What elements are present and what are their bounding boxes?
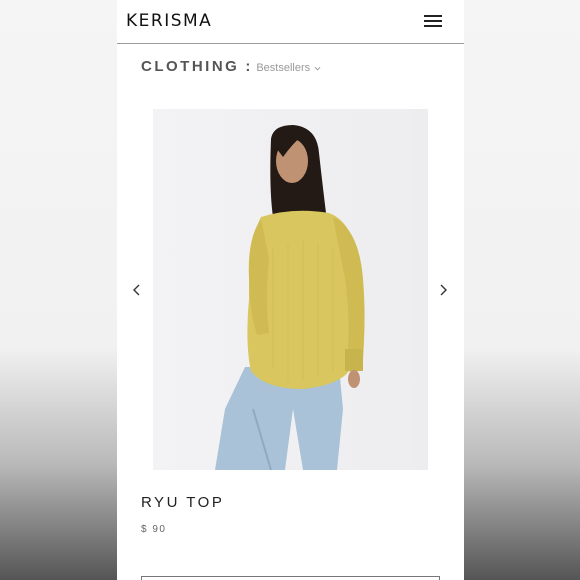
- sort-dropdown-label: Bestsellers: [256, 62, 311, 74]
- hamburger-menu-icon[interactable]: [424, 15, 444, 29]
- product-image[interactable]: [153, 109, 428, 470]
- product-title: RYU TOP: [141, 494, 225, 511]
- add-to-cart-button[interactable]: [141, 576, 440, 580]
- product-price: $ 90: [141, 524, 167, 535]
- site-header: KERISMA: [117, 0, 464, 44]
- chevron-right-icon[interactable]: [436, 282, 450, 298]
- sort-dropdown[interactable]: Bestsellers: [256, 62, 321, 74]
- breadcrumb: CLOTHING : Bestsellers: [141, 58, 321, 78]
- chevron-left-icon[interactable]: [130, 282, 144, 298]
- breadcrumb-separator: :: [245, 58, 251, 75]
- mobile-page: KERISMA CLOTHING : Bestsellers RYU TOP $…: [117, 0, 464, 580]
- brand-logo[interactable]: KERISMA: [126, 11, 212, 31]
- model-illustration: [215, 125, 365, 470]
- chevron-down-icon: [314, 66, 321, 70]
- category-title[interactable]: CLOTHING: [141, 58, 239, 75]
